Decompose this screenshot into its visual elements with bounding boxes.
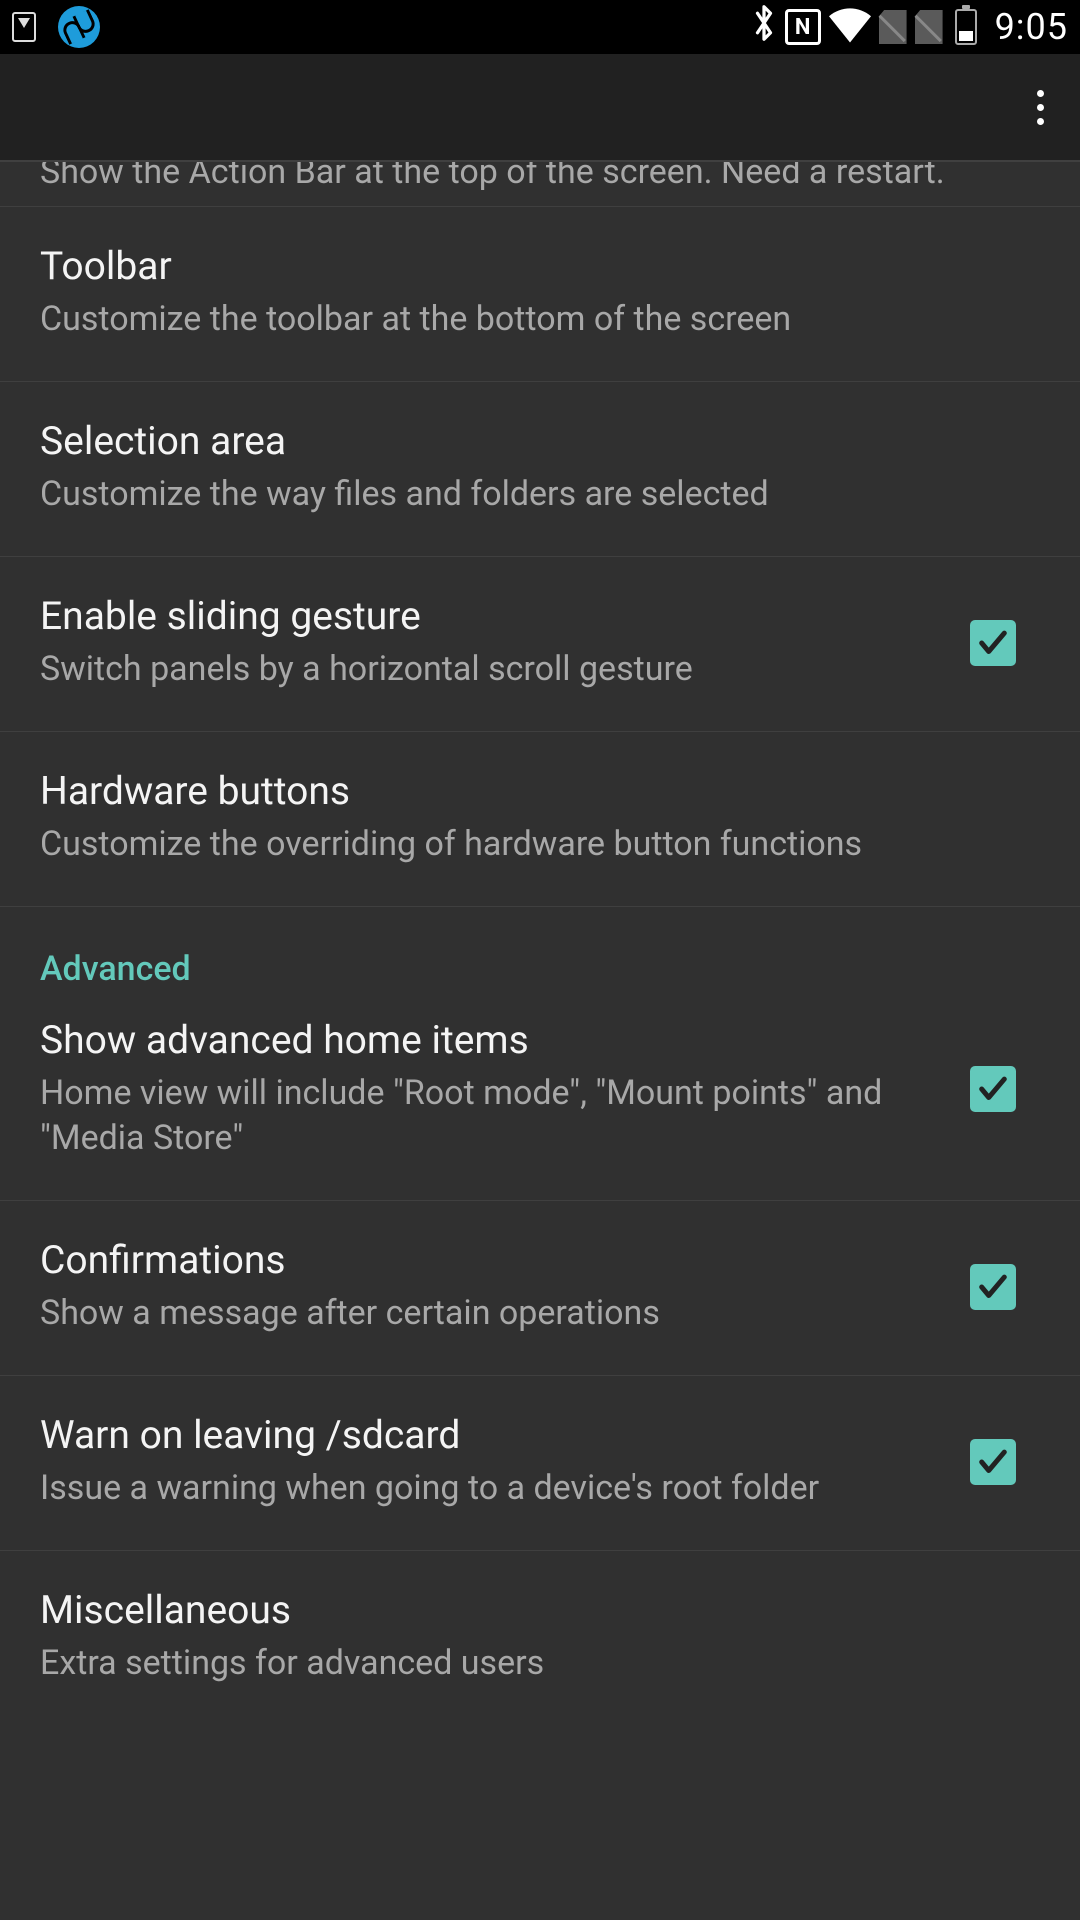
settings-title: Selection area [40,418,1040,464]
settings-item-partial[interactable]: Show the Action Bar at the top of the sc… [0,162,1080,207]
settings-subtitle: Issue a warning when going to a device's… [40,1466,946,1512]
settings-title: Enable sliding gesture [40,593,946,639]
settings-title: Toolbar [40,243,1040,289]
status-right-group: N 9:05 [751,3,1068,52]
settings-item-advanced-home[interactable]: Show advanced home items Home view will … [0,989,1080,1202]
settings-subtitle: Home view will include "Root mode", "Mou… [40,1071,946,1163]
checkbox-checked[interactable] [970,1264,1016,1310]
settings-item-warn-sdcard[interactable]: Warn on leaving /sdcard Issue a warning … [0,1376,1080,1551]
twrp-icon [58,6,100,48]
settings-item-confirmations[interactable]: Confirmations Show a message after certa… [0,1201,1080,1376]
settings-title: Confirmations [40,1237,946,1283]
clock-text: 9:05 [995,6,1068,48]
checkbox-checked[interactable] [970,1066,1016,1112]
checkbox-checked[interactable] [970,620,1016,666]
settings-title: Hardware buttons [40,768,1040,814]
settings-item-miscellaneous[interactable]: Miscellaneous Extra settings for advance… [0,1551,1080,1725]
settings-subtitle: Customize the toolbar at the bottom of t… [40,297,1040,343]
battery-icon [955,9,977,45]
settings-item-hardware-buttons[interactable]: Hardware buttons Customize the overridin… [0,732,1080,907]
status-left-group [12,6,100,48]
sim-disabled-icon [879,10,907,44]
settings-subtitle: Switch panels by a horizontal scroll ges… [40,647,946,693]
download-icon [12,12,36,42]
settings-subtitle: Customize the way files and folders are … [40,472,1040,518]
bluetooth-icon [751,3,777,52]
overflow-menu-button[interactable] [1025,78,1056,137]
nfc-icon: N [785,9,821,45]
settings-subtitle: Show the Action Bar at the top of the sc… [40,162,945,192]
section-header-advanced: Advanced [0,907,1080,989]
wifi-icon [829,7,871,47]
status-bar: N 9:05 [0,0,1080,54]
settings-title: Miscellaneous [40,1587,1040,1633]
app-bar [0,54,1080,162]
settings-title: Warn on leaving /sdcard [40,1412,946,1458]
checkbox-checked[interactable] [970,1439,1016,1485]
settings-subtitle: Extra settings for advanced users [40,1641,1040,1687]
settings-title: Show advanced home items [40,1017,946,1063]
settings-subtitle: Show a message after certain operations [40,1291,946,1337]
sim-disabled-icon [915,10,943,44]
settings-list: Show the Action Bar at the top of the sc… [0,162,1080,1725]
settings-item-toolbar[interactable]: Toolbar Customize the toolbar at the bot… [0,207,1080,382]
settings-subtitle: Customize the overriding of hardware but… [40,822,1040,868]
settings-item-selection-area[interactable]: Selection area Customize the way files a… [0,382,1080,557]
settings-item-sliding-gesture[interactable]: Enable sliding gesture Switch panels by … [0,557,1080,732]
